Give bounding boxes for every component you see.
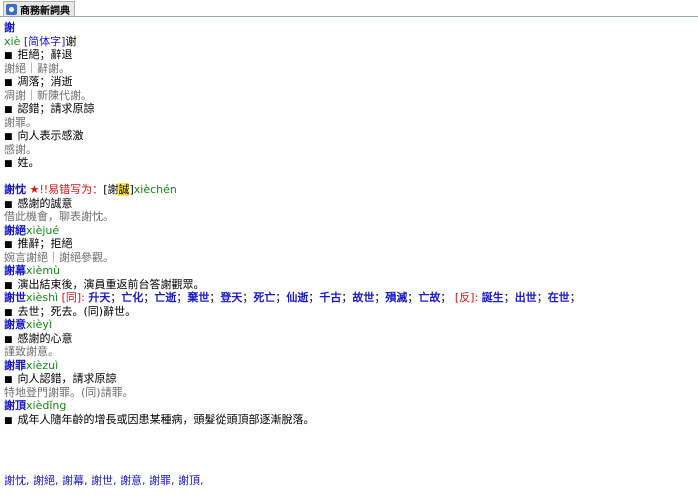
related-link[interactable]: 謝忱 <box>4 474 26 487</box>
bullet-icon: ■ <box>4 199 13 210</box>
synonym-link[interactable]: 死亡 <box>253 291 275 304</box>
wrong-char: 誠 <box>118 183 130 196</box>
bullet-icon: ■ <box>4 375 13 385</box>
bullet-icon: ■ <box>4 415 13 426</box>
sense-def: 凋落；消逝 <box>17 75 73 88</box>
related-link[interactable]: 謝幕 <box>62 474 84 487</box>
sense-def: 姓。 <box>17 156 40 169</box>
related-link[interactable]: 謝絕 <box>33 474 55 487</box>
sense-example: 謹致謝意。 <box>4 345 59 358</box>
simplified-char: 谢 <box>65 34 77 48</box>
sense-def: 演出結束後，演員重返前台答謝觀眾。 <box>17 277 205 291</box>
tab-dictionary[interactable]: 商務新詞典 <box>3 1 75 17</box>
sense-def: 拒絕；辭退 <box>17 48 73 61</box>
synonym-link[interactable]: 亡化 <box>121 291 143 304</box>
xieshi-header-line: 謝世xièshì [同]: 升天；亡化；亡逝；棄世；登天；死亡；仙逝；千古；故世… <box>4 291 581 304</box>
sense-example: 謝絕｜辭謝。 <box>4 61 70 75</box>
pinyin-xieshi: xièshì <box>26 291 59 304</box>
headword-xieshi[interactable]: 謝世 <box>4 291 26 304</box>
pinyin-xiejue: xièjué <box>26 223 60 237</box>
bullet-icon: ■ <box>4 307 13 318</box>
dictionary-content: 謝 xiè [简体字]谢 ■ 拒絕；辭退 謝絕｜辭謝。 ■ 凋落；消逝 凋謝｜新陳代… <box>4 21 694 426</box>
synonym-label: [同]: <box>61 291 85 304</box>
sense-def: 成年人隨年齡的增長或因患某種病，頭髮從頭頂部逐漸脫落。 <box>17 412 315 426</box>
bullet-icon: ■ <box>4 334 13 345</box>
headword-xiezui[interactable]: 謝罪 <box>4 359 26 372</box>
synonym-link[interactable]: 亡故 <box>418 291 440 304</box>
simplified-tag[interactable]: [简体字] <box>24 35 66 48</box>
dictionary-icon <box>6 3 17 15</box>
pinyin-xiemu: xièmù <box>26 264 61 277</box>
synonym-link[interactable]: 升天 <box>88 291 110 304</box>
synonym-link[interactable]: 仙逝 <box>286 291 308 304</box>
tab-bar: 商務新詞典 <box>0 0 698 17</box>
bullet-icon: ■ <box>4 51 13 61</box>
synonym-link[interactable]: 登天 <box>220 291 242 304</box>
sense-example: 凋謝｜新陳代謝。 <box>4 88 92 102</box>
sense-def: 推辭；拒絕 <box>17 237 73 250</box>
synonym-link[interactable]: 故世 <box>352 291 374 304</box>
pinyin-xieyi: xièyì <box>26 318 52 331</box>
pinyin-xie: xiè <box>4 34 21 48</box>
headword-xiechen[interactable]: 謝忱 <box>4 183 26 196</box>
synonym-link[interactable]: 亡逝 <box>154 291 176 304</box>
pinyin-xiezui: xièzuì <box>26 358 59 372</box>
sense-def: 感謝的心意 <box>17 331 73 345</box>
bullet-icon: ■ <box>4 159 13 169</box>
sense-def: 去世；死去。(同)辭世。 <box>17 304 137 318</box>
headword-xiemu[interactable]: 謝幕 <box>4 264 26 277</box>
headword-xiejue[interactable]: 謝絕 <box>4 224 26 237</box>
sense-def: 向人認錯，請求原諒 <box>17 372 117 385</box>
warning-text: ★!!易错写为： <box>29 183 104 196</box>
sense-example: 感謝。 <box>4 142 37 156</box>
related-link[interactable]: 謝頂 <box>178 474 200 487</box>
related-link[interactable]: 謝罪 <box>149 474 171 487</box>
wrong-open: [謝 <box>103 183 119 196</box>
synonym-link[interactable]: 千古 <box>319 291 341 304</box>
bullet-icon: ■ <box>4 240 13 250</box>
antonym-link[interactable]: 出世 <box>515 291 537 304</box>
sense-def: 認錯；請求原諒 <box>17 102 95 115</box>
antonym-link[interactable]: 誕生 <box>482 291 504 304</box>
headword-xieyi[interactable]: 謝意 <box>4 318 26 331</box>
sense-def: 感謝的誠意 <box>17 196 73 210</box>
headword-xieding[interactable]: 謝頂 <box>4 399 26 412</box>
pinyin-xiechen: xièchén <box>133 183 177 196</box>
bullet-icon: ■ <box>4 132 13 142</box>
related-link[interactable]: 謝世 <box>91 474 113 487</box>
bullet-icon: ■ <box>4 78 13 88</box>
bullet-icon: ■ <box>4 105 13 115</box>
antonym-label: [反]: <box>454 291 479 304</box>
tab-label: 商務新詞典 <box>20 5 70 17</box>
antonym-link[interactable]: 在世 <box>548 291 570 304</box>
sense-example: 謝罪。 <box>4 115 37 129</box>
headword-xie: 謝 <box>4 21 15 34</box>
pinyin-xieding: xièdǐng <box>26 399 67 412</box>
bullet-icon: ■ <box>4 280 13 291</box>
related-words-bar: 謝忱, 謝絕, 謝幕, 謝世, 謝意, 謝罪, 謝頂, <box>4 474 204 487</box>
sense-example: 特地登門謝罪。(同)請罪。 <box>4 385 134 399</box>
synonym-link[interactable]: 殞滅 <box>385 291 407 304</box>
sense-example: 婉言謝絕｜謝絕參觀。 <box>4 250 114 264</box>
related-link[interactable]: 謝意 <box>120 474 142 487</box>
synonym-link[interactable]: 棄世 <box>187 291 209 304</box>
sense-example: 借此機會，聊表謝忱。 <box>4 210 114 223</box>
sense-def: 向人表示感激 <box>17 129 84 142</box>
